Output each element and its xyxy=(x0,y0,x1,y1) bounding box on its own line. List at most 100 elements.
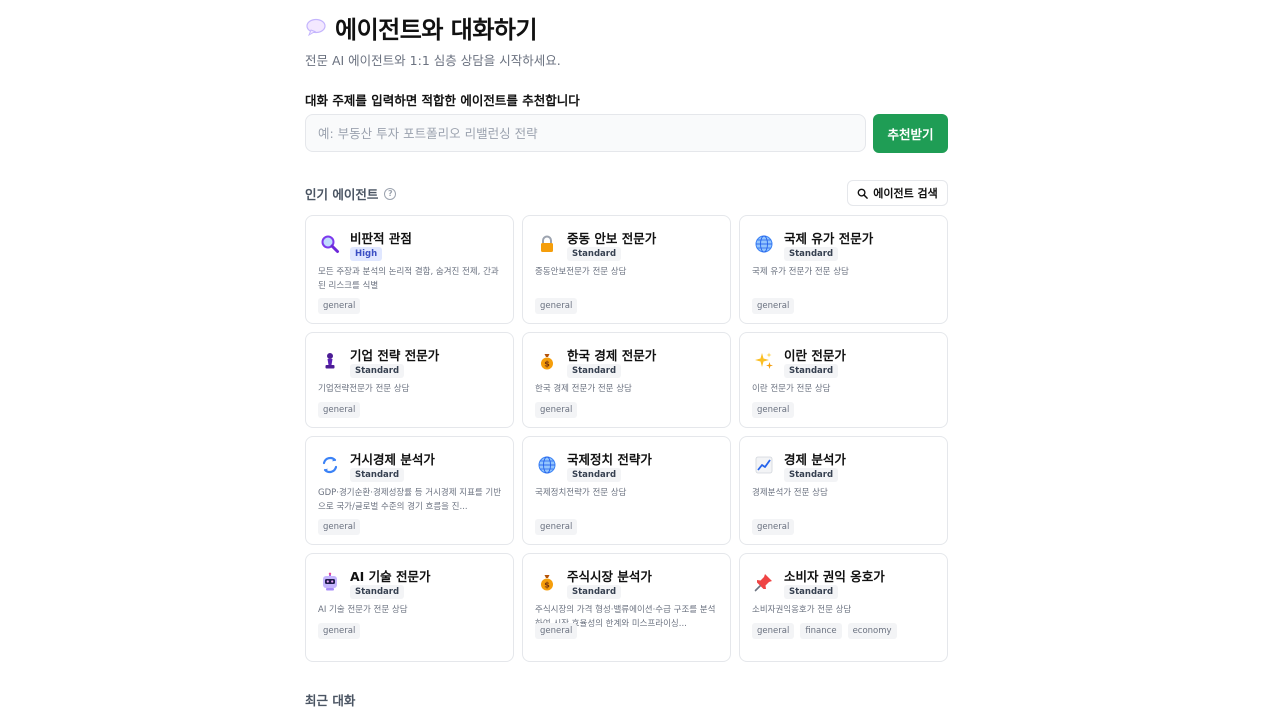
help-icon[interactable]: ? xyxy=(384,187,397,200)
recommend-label: 대화 주제를 입력하면 적합한 에이전트를 추천합니다 xyxy=(305,93,580,108)
tier-badge: Standard xyxy=(784,468,839,482)
cycle-arrows-icon xyxy=(320,455,340,475)
agent-card[interactable]: $ 한국 경제 전문가 Standard 한국 경제 전문가 전문 상담 general xyxy=(522,332,731,428)
popular-agents-title: 인기 에이전트 ? xyxy=(305,184,397,203)
magnifier-icon xyxy=(320,234,340,254)
agent-card[interactable]: 이란 전문가 Standard 이란 전문가 전문 상담 general xyxy=(739,332,948,428)
tag-list: general xyxy=(318,402,361,418)
money-bag-icon: $ xyxy=(537,572,557,592)
tag-list: general xyxy=(752,519,795,535)
tag: economy xyxy=(847,623,897,639)
recommend-row: 추천받기 xyxy=(305,114,948,153)
page-title: 에이전트와 대화하기 xyxy=(335,15,538,44)
agent-card[interactable]: 국제 유가 전문가 Standard 국제 유가 전문가 전문 상담 general xyxy=(739,215,948,324)
tag: general xyxy=(535,298,578,314)
agent-name: 중동 안보 전문가 xyxy=(567,231,657,246)
topic-input[interactable] xyxy=(305,114,866,152)
tier-badge: Standard xyxy=(784,247,839,261)
sparkles-icon xyxy=(754,351,774,371)
chart-up-icon xyxy=(754,455,774,475)
robot-icon xyxy=(320,572,340,592)
agent-description: 국제정치전략가 전문 상담 xyxy=(535,488,627,498)
tag: general xyxy=(535,519,578,535)
agent-card[interactable]: 국제정치 전략가 Standard 국제정치전략가 전문 상담 general xyxy=(522,436,731,545)
tier-badge: Standard xyxy=(567,468,622,482)
money-bag-icon: $ xyxy=(537,351,557,371)
agent-name: AI 기술 전문가 xyxy=(350,569,431,584)
tag-list: general xyxy=(535,623,578,639)
agent-name: 이란 전문가 xyxy=(784,348,846,363)
tag-list: general xyxy=(318,623,361,639)
popular-agents-label: 인기 에이전트 xyxy=(305,187,379,202)
agent-name: 경제 분석가 xyxy=(784,452,846,467)
chess-pawn-icon xyxy=(320,351,340,371)
tag-list: general xyxy=(535,519,578,535)
recommend-button[interactable]: 추천받기 xyxy=(873,114,948,153)
tier-badge: Standard xyxy=(567,247,622,261)
agent-card[interactable]: 중동 안보 전문가 Standard 중동안보전문가 전문 상담 general xyxy=(522,215,731,324)
tag: general xyxy=(752,519,795,535)
agent-card[interactable]: AI 기술 전문가 Standard AI 기술 전문가 전문 상담 general xyxy=(305,553,514,662)
tag: general xyxy=(752,623,795,639)
tier-badge: Standard xyxy=(567,364,622,378)
tier-badge: Standard xyxy=(784,364,839,378)
agent-name: 거시경제 분석가 xyxy=(350,452,435,467)
agent-card[interactable]: 소비자 권익 옹호가 Standard 소비자권익옹호가 전문 상담 general f… xyxy=(739,553,948,662)
agent-card[interactable]: $ 주식시장 분석가 Standard 주식시장의 가격 형성·밸류에이션·수급 구조… xyxy=(522,553,731,662)
agent-description: 소비자권익옹호가 전문 상담 xyxy=(752,605,852,615)
agent-card[interactable]: 비판적 관점 High 모든 주장과 분석의 논리적 결함, 숨겨진 전제, 간과된… xyxy=(305,215,514,324)
agent-description: 국제 유가 전문가 전문 상담 xyxy=(752,267,849,277)
page-subtitle: 전문 AI 에이전트와 1:1 심층 상담을 시작하세요. xyxy=(305,53,561,68)
tier-badge: Standard xyxy=(784,585,839,599)
agent-name: 국제 유가 전문가 xyxy=(784,231,874,246)
speech-bubble-icon xyxy=(305,16,327,38)
agent-name: 주식시장 분석가 xyxy=(567,569,652,584)
agent-description: AI 기술 전문가 전문 상담 xyxy=(318,605,408,615)
recent-conversations-title: 최근 대화 xyxy=(305,693,356,708)
tag: general xyxy=(318,519,361,535)
tag-list: general xyxy=(752,298,795,314)
popular-agents-header: 인기 에이전트 ? 에이전트 검색 xyxy=(305,180,948,206)
tier-badge: High xyxy=(350,247,383,261)
agent-search-button[interactable]: 에이전트 검색 xyxy=(847,180,948,206)
agent-name: 한국 경제 전문가 xyxy=(567,348,657,363)
tag-list: general finance economy xyxy=(752,623,897,639)
tag: general xyxy=(318,298,361,314)
tag-list: general xyxy=(535,402,578,418)
agent-card[interactable]: 거시경제 분석가 Standard GDP·경기순환·경제성장률 등 거시경제 지표… xyxy=(305,436,514,545)
agent-description: 중동안보전문가 전문 상담 xyxy=(535,267,627,277)
tag-list: general xyxy=(752,402,795,418)
tag: general xyxy=(318,623,361,639)
agent-description: 경제분석가 전문 상담 xyxy=(752,488,828,498)
search-icon xyxy=(857,188,869,199)
agent-card[interactable]: 경제 분석가 Standard 경제분석가 전문 상담 general xyxy=(739,436,948,545)
tier-badge: Standard xyxy=(567,585,622,599)
agent-name: 소비자 권익 옹호가 xyxy=(784,569,885,584)
agent-name: 국제정치 전략가 xyxy=(567,452,652,467)
tag: finance xyxy=(800,623,842,639)
tag: general xyxy=(535,623,578,639)
tier-badge: Standard xyxy=(350,585,405,599)
agent-description: 기업전략전문가 전문 상담 xyxy=(318,384,410,394)
agent-description: 한국 경제 전문가 전문 상담 xyxy=(535,384,632,394)
tier-badge: Standard xyxy=(350,468,405,482)
agent-name: 비판적 관점 xyxy=(350,231,412,246)
agent-name: 기업 전략 전문가 xyxy=(350,348,440,363)
tag: general xyxy=(752,298,795,314)
tier-badge: Standard xyxy=(350,364,405,378)
globe-icon xyxy=(537,455,557,475)
agent-card[interactable]: 기업 전략 전문가 Standard 기업전략전문가 전문 상담 general xyxy=(305,332,514,428)
tag: general xyxy=(535,402,578,418)
pushpin-icon xyxy=(754,572,774,592)
tag-list: general xyxy=(535,298,578,314)
agent-description: 모든 주장과 분석의 논리적 결함, 숨겨진 전제, 간과된 리스크를 식별 xyxy=(318,267,499,291)
title-row: 에이전트와 대화하기 xyxy=(305,12,538,44)
svg-text:$: $ xyxy=(544,581,550,590)
tag-list: general xyxy=(318,519,361,535)
globe-icon xyxy=(754,234,774,254)
agent-description: GDP·경기순환·경제성장률 등 거시경제 지표를 기반으로 국가/글로벌 수준… xyxy=(318,488,502,512)
tag: general xyxy=(752,402,795,418)
svg-text:$: $ xyxy=(544,360,550,369)
lock-icon xyxy=(537,234,557,254)
agent-description: 이란 전문가 전문 상담 xyxy=(752,384,831,394)
